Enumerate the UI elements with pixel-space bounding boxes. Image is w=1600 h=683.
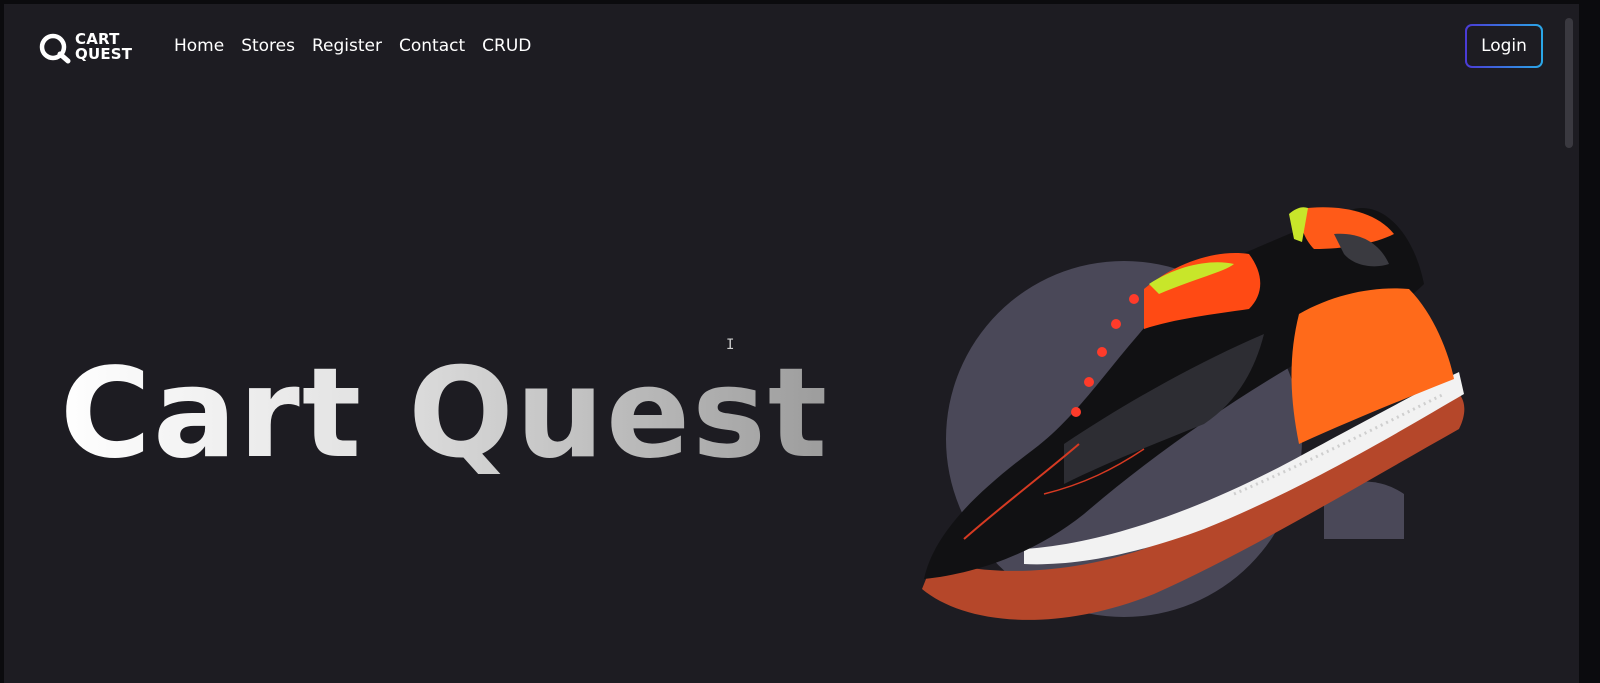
- logo-magnifier-icon: [39, 33, 71, 64]
- lace-hole: [1097, 347, 1107, 357]
- brand-line-2: QUEST: [75, 45, 133, 63]
- page: CART QUEST Home Stores Register Contact …: [4, 4, 1579, 683]
- nav-link-stores[interactable]: Stores: [241, 34, 295, 58]
- lace-hole: [1071, 407, 1081, 417]
- nav-link-home[interactable]: Home: [174, 34, 224, 58]
- nav-link-register[interactable]: Register: [312, 34, 382, 58]
- nav-link-crud[interactable]: CRUD: [482, 34, 531, 58]
- nav-link-contact[interactable]: Contact: [399, 34, 465, 58]
- hero-title: Cart Quest: [60, 334, 829, 494]
- backdrop-block: [1324, 494, 1404, 539]
- brand-wordmark: CART QUEST: [75, 32, 132, 62]
- text-cursor-icon: I: [726, 337, 735, 353]
- main-nav: Home Stores Register Contact CRUD: [174, 34, 548, 58]
- lace-hole: [1084, 377, 1094, 387]
- hero-shoe-image: [922, 207, 1465, 620]
- page-scrollbar-thumb[interactable]: [1565, 18, 1573, 148]
- login-button-label: Login: [1467, 26, 1541, 66]
- lace-hole: [1111, 319, 1121, 329]
- lace-hole: [1129, 294, 1139, 304]
- login-button[interactable]: Login: [1465, 24, 1543, 68]
- brand-logo[interactable]: CART QUEST: [38, 28, 148, 66]
